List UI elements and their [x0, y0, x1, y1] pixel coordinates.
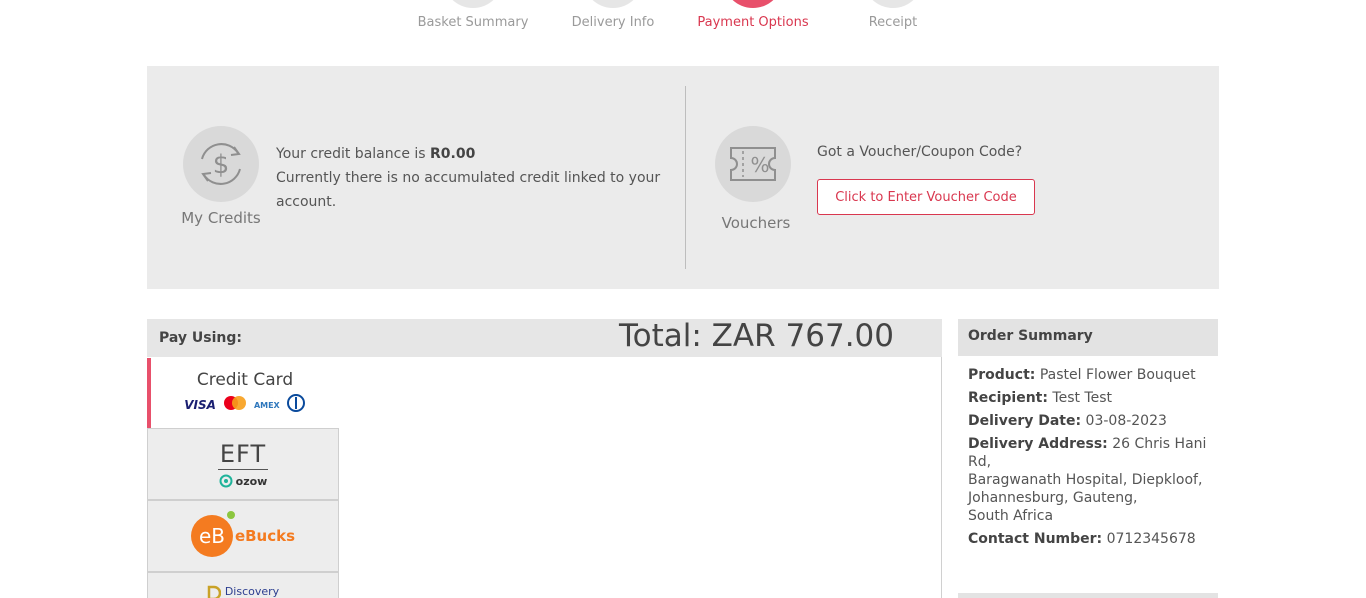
summary-product: Product: Pastel Flower Bouquet — [968, 366, 1208, 384]
diners-icon — [286, 394, 306, 416]
svg-text:$: $ — [213, 150, 230, 180]
contact-label: Contact Number: — [968, 531, 1103, 547]
recipient-label: Recipient: — [968, 390, 1048, 406]
step-dot — [583, 0, 643, 8]
ebucks-text: eBucks — [234, 527, 296, 545]
discovery-logo: Discovery — [207, 573, 280, 598]
balance-value: R0.00 — [430, 146, 476, 162]
summary-delivery-address: Delivery Address: 26 Chris Hani Rd, Bara… — [968, 435, 1208, 525]
address-line-2: Baragwanath Hospital, Diepkloof, — [968, 472, 1203, 488]
step-dot — [443, 0, 503, 8]
ozow-text: ozow — [235, 474, 268, 488]
order-total: Total: ZAR 767.00 — [618, 318, 894, 354]
order-summary: Order Summary Product: Pastel Flower Bou… — [958, 319, 1218, 563]
payment-method-eft[interactable]: EFT ozow — [147, 428, 339, 500]
amex-icon: AMEX — [253, 400, 280, 410]
credit-voucher-panel: $ My Credits Your credit balance is R0.0… — [147, 66, 1219, 289]
mastercard-icon — [222, 395, 248, 415]
order-summary-title: Order Summary — [958, 319, 1218, 356]
summary-recipient: Recipient: Test Test — [968, 389, 1208, 407]
payment-method-discovery[interactable]: Discovery — [147, 572, 339, 598]
card-logos: VISA AMEX — [184, 394, 305, 416]
payment-method-ebucks[interactable]: eB eBucks — [147, 500, 339, 572]
credits-dollar-icon: $ — [183, 126, 259, 202]
address-line-3: Johannesburg, Gauteng, — [968, 490, 1138, 506]
summary-next-section — [958, 593, 1218, 598]
product-value: Pastel Flower Bouquet — [1039, 367, 1196, 383]
pay-using-header: Pay Using: Total: ZAR 767.00 — [147, 318, 942, 357]
contact-value: 0712345678 — [1106, 531, 1196, 547]
product-label: Product: — [968, 367, 1036, 383]
pay-using-title: Pay Using: — [159, 330, 242, 346]
voucher-ticket-icon: % — [715, 126, 791, 202]
step-label: Receipt — [868, 15, 918, 30]
ozow-logo: ozow — [219, 474, 268, 488]
credit-card-label: Credit Card — [196, 370, 294, 390]
delivery-date-value: 03-08-2023 — [1085, 413, 1167, 429]
enter-voucher-button[interactable]: Click to Enter Voucher Code — [817, 179, 1035, 215]
recipient-value: Test Test — [1052, 390, 1112, 406]
credit-note: Currently there is no accumulated credit… — [276, 170, 661, 210]
order-summary-body: Product: Pastel Flower Bouquet Recipient… — [958, 356, 1218, 563]
discovery-text: Discovery — [224, 584, 280, 598]
step-label: Basket Summary — [417, 15, 529, 30]
ozow-icon — [219, 474, 233, 488]
summary-delivery-date: Delivery Date: 03-08-2023 — [968, 412, 1208, 430]
checkout-steps: Basket Summary Delivery Info Payment Opt… — [0, 0, 1366, 40]
address-line-4: South Africa — [968, 508, 1054, 524]
step-label: Payment Options — [697, 15, 809, 30]
vouchers-caption: Vouchers — [721, 214, 791, 232]
step-label: Delivery Info — [571, 15, 655, 30]
svg-text:%: % — [750, 153, 769, 177]
delivery-date-label: Delivery Date: — [968, 413, 1082, 429]
credits-caption: My Credits — [181, 209, 261, 227]
pay-using-section: Pay Using: Total: ZAR 767.00 Credit Card… — [147, 318, 942, 598]
eft-label: EFT — [217, 440, 269, 470]
ebucks-icon: eB — [190, 511, 235, 557]
summary-contact: Contact Number: 0712345678 — [968, 530, 1208, 548]
step-dot-active — [723, 0, 783, 8]
ebucks-logo: eB eBucks — [190, 511, 296, 557]
balance-prefix: Your credit balance is — [276, 146, 426, 162]
discovery-icon — [207, 585, 221, 598]
credit-balance-text: Your credit balance is R0.00 Currently t… — [276, 142, 676, 214]
voucher-question: Got a Voucher/Coupon Code? — [817, 144, 1023, 160]
payment-method-credit-card[interactable]: Credit Card VISA AMEX — [147, 358, 339, 428]
delivery-address-label: Delivery Address: — [968, 436, 1108, 452]
visa-icon: VISA — [184, 398, 216, 412]
step-dot — [863, 0, 923, 8]
panel-divider — [685, 86, 686, 269]
